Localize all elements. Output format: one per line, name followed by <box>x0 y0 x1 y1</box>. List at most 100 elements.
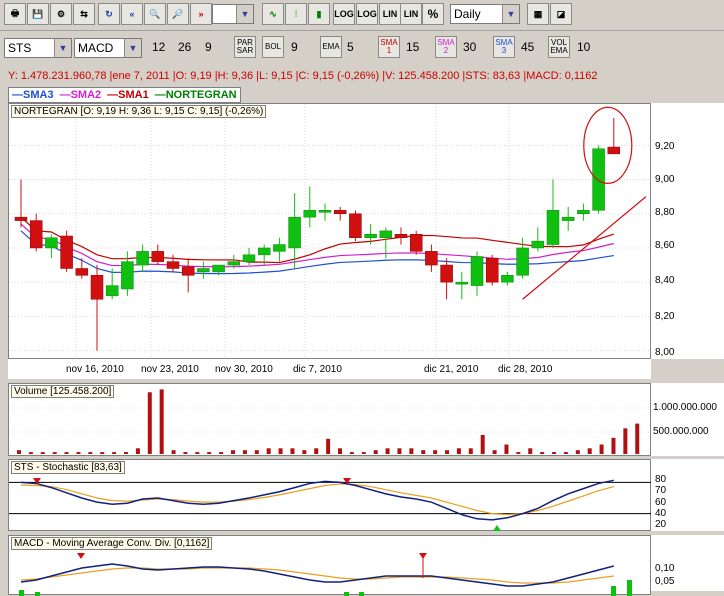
compare-icon[interactable]: ⇆ <box>73 3 95 25</box>
volume-bar <box>373 450 378 454</box>
candle-body <box>90 275 104 300</box>
volume-bar <box>28 452 33 454</box>
price-panel[interactable]: NORTEGRAN [O: 9,19 H: 9,36 L: 9,15 C: 9,… <box>8 103 652 360</box>
save-icon[interactable]: 💾 <box>27 3 49 25</box>
legend-sma1: ―SMA1 <box>107 89 149 101</box>
candle-body <box>592 148 605 211</box>
refresh-icon[interactable]: ↻ <box>98 3 120 25</box>
macd-panel[interactable]: MACD - Moving Average Conv. Div. [0,1162… <box>8 535 651 596</box>
ema-value[interactable]: 5 <box>347 40 354 54</box>
volume-bar <box>445 450 450 454</box>
period-select[interactable]: Daily ▼ <box>450 4 520 24</box>
sma1-button[interactable]: SMA 1 <box>378 36 400 58</box>
sma2-value[interactable]: 30 <box>463 40 476 54</box>
ema-button[interactable]: EMA <box>320 36 342 58</box>
candle-body <box>257 247 271 256</box>
volema-value[interactable]: 10 <box>577 40 590 54</box>
volume-bar <box>40 452 45 454</box>
print-icon[interactable]: 🖶 <box>4 3 26 25</box>
candle-body <box>349 213 362 238</box>
sts-tick: 80 <box>655 474 667 485</box>
zoom-in-icon[interactable]: 🔍 <box>144 3 166 25</box>
volume-bar <box>112 452 117 454</box>
volume-bar <box>421 450 426 454</box>
sma3-value[interactable]: 45 <box>521 40 534 54</box>
bol-button[interactable]: BOL <box>262 36 284 58</box>
percent-button[interactable]: % <box>422 3 444 25</box>
volume-bar <box>552 452 557 454</box>
candle-body <box>242 254 256 262</box>
candle-body <box>577 210 590 215</box>
zoom-select[interactable]: ▼ <box>212 4 254 24</box>
price-tick: 9,20 <box>655 141 675 152</box>
log-button[interactable]: LOG <box>333 3 355 25</box>
settings-icon[interactable]: ⚙ <box>50 3 72 25</box>
legend-sma2: ―SMA2 <box>59 89 102 101</box>
lin-button-2[interactable]: LIN <box>400 3 422 25</box>
macd-tick: 0,05 <box>655 576 675 587</box>
macd-signal-value[interactable]: 9 <box>205 40 212 54</box>
volume-bar <box>563 452 568 454</box>
price-chart[interactable] <box>9 104 652 360</box>
date-axis: nov 16, 2010 nov 23, 2010 nov 30, 2010 d… <box>8 359 651 379</box>
macd-histogram-bar <box>611 586 616 596</box>
candle-body <box>303 210 317 218</box>
draw-chart-icon[interactable]: ◪ <box>550 3 572 25</box>
sma3-button[interactable]: SMA 3 <box>493 36 515 58</box>
volume-bar <box>480 435 485 454</box>
candle-body <box>136 251 149 266</box>
volume-bar <box>635 423 640 454</box>
volume-bar <box>278 448 283 454</box>
indicator-select[interactable]: MACD ▼ <box>74 38 142 58</box>
rewind-icon[interactable]: « <box>121 3 143 25</box>
candle-body <box>29 220 43 249</box>
symbol-select[interactable]: STS ▼ <box>4 38 72 58</box>
volume-bar <box>456 448 461 454</box>
lin-button[interactable]: LIN <box>379 3 401 25</box>
price-tick: 8,00 <box>655 347 675 358</box>
date-label: nov 16, 2010 <box>66 364 124 375</box>
macd-fast-value[interactable]: 12 <box>152 40 165 54</box>
date-label: nov 30, 2010 <box>215 364 273 375</box>
volume-bar <box>338 448 343 454</box>
candle-body <box>470 256 484 286</box>
volume-bar <box>468 448 473 454</box>
candle-body <box>531 240 545 249</box>
volema-button[interactable]: VOL EMA <box>548 36 570 58</box>
volume-bar <box>76 452 81 454</box>
volume-tick: 500.000.000 <box>653 426 709 437</box>
volume-bar <box>540 452 545 454</box>
macd-histogram-bar <box>344 592 349 596</box>
log-button-2[interactable]: LOG <box>356 3 378 25</box>
forward-icon[interactable]: » <box>190 3 212 25</box>
date-label: dic 21, 2010 <box>424 364 479 375</box>
stochastic-panel[interactable]: STS - Stochastic [83,63] <box>8 459 652 531</box>
colors-icon[interactable]: ▦ <box>527 3 549 25</box>
price-axis: 9,20 9,00 8,80 8,60 8,40 8,20 8,00 <box>651 103 724 359</box>
volume-panel[interactable]: Volume [125.458.200] <box>8 383 652 456</box>
volume-bar <box>207 452 212 454</box>
parsar-button[interactable]: PAR SAR <box>234 36 256 58</box>
bol-value[interactable]: 9 <box>291 40 298 54</box>
sma2-button[interactable]: SMA 2 <box>435 36 457 58</box>
volume-bar <box>504 444 509 454</box>
main-toolbar: 🖶 💾 ⚙ ⇆ ↻ « 🔍 🔎 » ▼ ∿ ⫶ ▮ LOG LOG LIN LI… <box>0 0 724 31</box>
sma1-value[interactable]: 15 <box>406 40 419 54</box>
candle-body <box>227 261 241 266</box>
candle-body <box>364 234 377 238</box>
candle-body <box>607 146 621 155</box>
candle-body <box>333 210 347 215</box>
zoom-out-icon[interactable]: 🔎 <box>167 3 189 25</box>
candle-body <box>379 230 393 238</box>
candle-body <box>394 234 408 238</box>
volume-bar <box>326 438 331 454</box>
volume-bar <box>88 452 93 454</box>
volume-bar <box>64 452 69 454</box>
line-chart-icon[interactable]: ∿ <box>262 3 284 25</box>
macd-slow-value[interactable]: 26 <box>178 40 191 54</box>
volume-bar <box>409 448 414 454</box>
sts-signal-line <box>20 483 614 516</box>
bar-chart-icon[interactable]: ⫶ <box>285 3 307 25</box>
candle-chart-icon[interactable]: ▮ <box>308 3 330 25</box>
chevron-down-icon: ▼ <box>236 5 253 23</box>
